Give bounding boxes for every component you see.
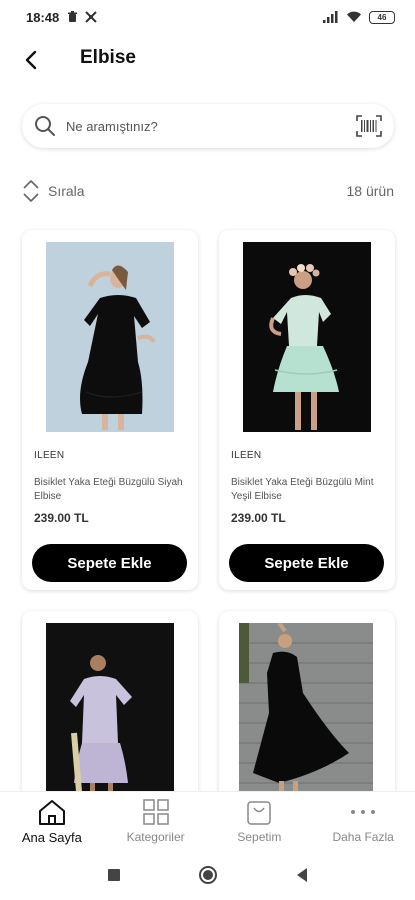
- sort-icon: [23, 180, 39, 202]
- product-image[interactable]: [243, 242, 371, 432]
- wifi-icon: [347, 11, 361, 22]
- product-image[interactable]: [46, 623, 174, 803]
- status-time: 18:48: [26, 9, 60, 25]
- search-input[interactable]: [66, 118, 356, 134]
- nav-label: Kategoriler: [126, 830, 185, 844]
- header: Elbise: [0, 34, 415, 86]
- nav-item-cart[interactable]: Sepetim: [208, 792, 312, 849]
- product-photo: [46, 623, 174, 803]
- triangle-back-icon: [296, 867, 307, 882]
- search-icon: [35, 116, 55, 136]
- home-system-button[interactable]: [196, 863, 220, 887]
- system-nav: [0, 849, 415, 900]
- battery-level: 46: [377, 12, 387, 22]
- shopping-bag-icon: [247, 801, 272, 825]
- back-button[interactable]: [18, 46, 46, 74]
- nav-item-home[interactable]: Ana Sayfa: [0, 792, 104, 849]
- product-image[interactable]: [239, 623, 373, 803]
- bottom-nav: Ana Sayfa Kategoriler Sepetim Daha Fazla: [0, 791, 415, 849]
- status-left-icons: [67, 11, 98, 23]
- result-count: 18 ürün: [346, 183, 394, 199]
- product-card[interactable]: ILEEN Bisiklet Yaka Eteği Büzgülü Siyah …: [22, 230, 198, 590]
- recents-button[interactable]: [102, 863, 126, 887]
- product-card[interactable]: [22, 611, 198, 811]
- product-price: 239.00 TL: [231, 511, 286, 525]
- circle-icon: [198, 865, 217, 884]
- product-name[interactable]: Bisiklet Yaka Eteği Büzgülü Mint Yeşil E…: [231, 476, 386, 504]
- nav-label: Ana Sayfa: [21, 830, 82, 845]
- product-card[interactable]: ILEEN Bisiklet Yaka Eteği Büzgülü Mint Y…: [219, 230, 395, 590]
- barcode-scan-icon: [356, 115, 382, 137]
- product-name[interactable]: Bisiklet Yaka Eteği Büzgülü Siyah Elbise: [34, 476, 189, 504]
- status-bar: 18:48 46: [0, 0, 415, 34]
- sort-label: Sırala: [48, 183, 85, 199]
- battery-icon: 46: [369, 10, 395, 24]
- product-photo: [239, 623, 373, 803]
- product-photo: [243, 242, 371, 432]
- sort-row: Sırala 18 ürün: [22, 176, 394, 206]
- more-dots-icon: [351, 810, 376, 814]
- nav-item-categories[interactable]: Kategoriler: [104, 792, 208, 849]
- product-brand: ILEEN: [34, 450, 65, 461]
- add-to-cart-button[interactable]: Sepete Ekle: [229, 544, 384, 582]
- barcode-scan-button[interactable]: [356, 113, 382, 139]
- search-bar[interactable]: [22, 104, 394, 148]
- status-right-icons: 46: [323, 10, 395, 24]
- home-icon: [38, 800, 65, 825]
- product-image[interactable]: [46, 242, 174, 432]
- back-system-button[interactable]: [290, 863, 314, 887]
- grid-icon: [142, 799, 169, 825]
- product-photo: [46, 242, 174, 432]
- sort-button[interactable]: Sırala: [22, 179, 85, 203]
- page-title: Elbise: [80, 47, 136, 68]
- tools-icon: [85, 11, 97, 23]
- nav-label: Daha Fazla: [332, 830, 394, 844]
- cellular-signal-icon: [323, 11, 338, 23]
- square-icon: [107, 868, 120, 881]
- nav-label: Sepetim: [237, 830, 282, 844]
- add-to-cart-button[interactable]: Sepete Ekle: [32, 544, 187, 582]
- product-price: 239.00 TL: [34, 511, 89, 525]
- nav-item-more[interactable]: Daha Fazla: [311, 792, 415, 849]
- back-arrow-icon: [25, 50, 37, 70]
- trash-icon: [68, 11, 78, 22]
- product-card[interactable]: [219, 611, 395, 811]
- product-brand: ILEEN: [231, 450, 262, 461]
